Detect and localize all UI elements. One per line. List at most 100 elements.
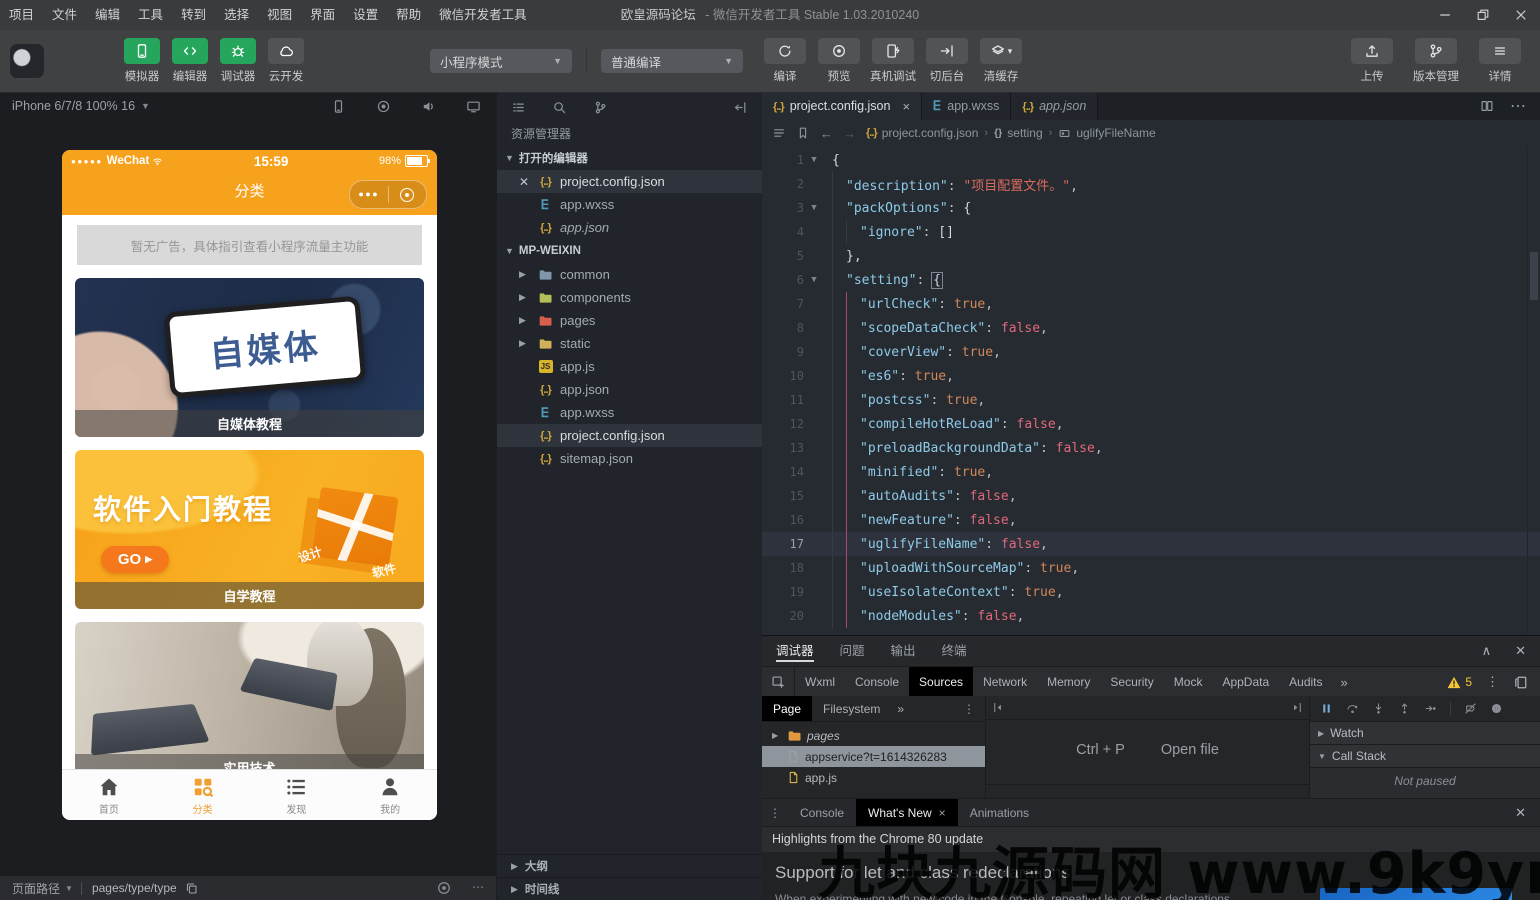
breadcrumb-item[interactable]: {}setting	[994, 126, 1043, 140]
more-menu-button[interactable]: ●●●	[350, 181, 388, 208]
menu-item[interactable]: 工具	[129, 8, 172, 22]
step-into-icon[interactable]	[1372, 702, 1385, 715]
explorer-bottom-section[interactable]: ▶大纲	[497, 854, 762, 877]
code-text[interactable]: "newFeature": false,	[824, 513, 1017, 528]
callstack-section[interactable]: ▼Call Stack	[1310, 745, 1540, 768]
panel-right-icon[interactable]	[1290, 701, 1303, 714]
restore-button[interactable]	[1464, 0, 1502, 30]
code-text[interactable]: "nodeModules": false,	[824, 609, 1024, 624]
background-button[interactable]: 切后台	[923, 38, 971, 84]
explorer-section-header[interactable]: ▼打开的编辑器	[497, 146, 762, 170]
explorer-item[interactable]: ✕{..}project.config.json	[497, 170, 762, 193]
tabbar-item-discover[interactable]: 发现	[250, 770, 344, 820]
debugger-tab[interactable]: 调试器	[776, 636, 814, 666]
explorer-item[interactable]: ▶static	[497, 332, 762, 355]
code-text[interactable]: "coverView": true,	[824, 345, 1001, 360]
menu-item[interactable]: 微信开发者工具	[430, 8, 536, 22]
editor-scrollbar[interactable]	[1527, 146, 1540, 635]
explorer-bottom-section[interactable]: ▶时间线	[497, 877, 762, 900]
copy-icon[interactable]	[185, 882, 198, 895]
project-avatar[interactable]	[10, 44, 44, 78]
editor-tab[interactable]: {..}project.config.json×	[762, 92, 922, 120]
upload-button[interactable]: 上传	[1348, 38, 1396, 84]
explorer-item[interactable]: ∃app.wxss	[497, 193, 762, 216]
code-toggle-button[interactable]: 编辑器	[166, 38, 214, 84]
category-card-tech[interactable]: 实用技术	[75, 622, 424, 781]
sources-tab-filesystem[interactable]: Filesystem	[812, 696, 891, 721]
split-editor-icon[interactable]	[1480, 99, 1494, 113]
navigate-forward-icon[interactable]: →	[843, 126, 856, 141]
menu-item[interactable]: 设置	[344, 8, 387, 22]
bookmark-icon[interactable]	[796, 126, 810, 140]
explorer-item[interactable]: {..}sitemap.json	[497, 447, 762, 470]
device-toolbar-icon[interactable]	[1513, 675, 1528, 690]
menu-item[interactable]: 转到	[172, 8, 215, 22]
more-options-icon[interactable]: ⋮	[963, 702, 985, 716]
category-card-software[interactable]: 软件入门教程 GO▶ 设计 软件 自学教程	[75, 450, 424, 609]
tabbar-item-grid[interactable]: 分类	[156, 770, 250, 820]
explorer-item[interactable]: ∃app.wxss	[497, 401, 762, 424]
menu-item[interactable]: 项目	[0, 8, 43, 22]
refresh-button[interactable]: 编译	[761, 38, 809, 84]
visibility-icon[interactable]	[436, 880, 452, 896]
compile-mode-dropdown[interactable]: 普通编译 ▼	[601, 49, 743, 73]
rotate-device-icon[interactable]	[331, 99, 346, 114]
watch-section[interactable]: ▶Watch	[1310, 722, 1540, 745]
drawer-tab[interactable]: Console	[788, 799, 856, 826]
code-text[interactable]: "useIsolateContext": true,	[824, 585, 1064, 600]
debugger-tab[interactable]: 输出	[891, 636, 916, 666]
code-text[interactable]: "uploadWithSourceMap": true,	[824, 561, 1079, 576]
devtools-tab-mock[interactable]: Mock	[1164, 667, 1213, 697]
code-text[interactable]: "postcss": true,	[824, 393, 985, 408]
debug-toggle-button[interactable]: 调试器	[214, 38, 262, 84]
fold-toggle-icon[interactable]: ▼	[804, 155, 824, 165]
eye-button[interactable]: 预览	[815, 38, 863, 84]
breadcrumb-item[interactable]: uglifyFileName	[1058, 126, 1155, 140]
explorer-item[interactable]: {..}app.json	[497, 378, 762, 401]
menu-item[interactable]: 文件	[43, 8, 86, 22]
editor-tab[interactable]: ∃app.wxss	[922, 92, 1011, 120]
tabbar-item-home[interactable]: 首页	[62, 770, 156, 820]
explorer-section-header[interactable]: ▼MP-WEIXIN	[497, 239, 762, 263]
more-actions-icon[interactable]: ⋯	[1510, 96, 1526, 116]
step-over-icon[interactable]	[1346, 702, 1359, 715]
devtools-tab-sources[interactable]: Sources	[909, 667, 973, 697]
cloud-toggle-button[interactable]: 云开发	[262, 38, 310, 84]
menu-item[interactable]: 界面	[301, 8, 344, 22]
more-options-icon[interactable]: ⋮	[1486, 674, 1499, 690]
editor-tab[interactable]: {..}app.json	[1011, 92, 1098, 120]
inspect-element-button[interactable]	[762, 667, 795, 697]
devtools-tab-memory[interactable]: Memory	[1037, 667, 1100, 697]
branch-button[interactable]: 版本管理	[1412, 38, 1460, 84]
close-drawer-icon[interactable]: ✕	[1515, 799, 1540, 826]
sound-icon[interactable]	[421, 99, 436, 114]
menu-item[interactable]: 编辑	[86, 8, 129, 22]
code-text[interactable]: "minified": true,	[824, 465, 993, 480]
explorer-item[interactable]: {..}project.config.json	[497, 424, 762, 447]
close-file-icon[interactable]: ✕	[519, 175, 537, 189]
devtools-tab-wxml[interactable]: Wxml	[795, 667, 845, 697]
close-tab-icon[interactable]: ×	[902, 99, 910, 114]
sources-tree-item[interactable]: ▶pages	[762, 725, 985, 746]
more-options-icon[interactable]: ⋯	[472, 880, 484, 896]
chevron-right-icon[interactable]: ▶	[519, 338, 537, 349]
pause-script-icon[interactable]	[1320, 702, 1333, 715]
page-path-dropdown[interactable]: 页面路径	[12, 880, 60, 897]
search-icon[interactable]	[552, 100, 567, 115]
deactivate-breakpoints-icon[interactable]	[1464, 702, 1477, 715]
code-text[interactable]: "autoAudits": false,	[824, 489, 1017, 504]
more-tabs-icon[interactable]: »	[891, 702, 910, 716]
phone-toggle-button[interactable]: 模拟器	[118, 38, 166, 84]
panel-left-icon[interactable]	[992, 701, 1005, 714]
devtools-tab-security[interactable]: Security	[1100, 667, 1163, 697]
drawer-tab[interactable]: What's New×	[856, 799, 958, 826]
devtools-tab-audits[interactable]: Audits	[1279, 667, 1332, 697]
close-panel-icon[interactable]: ✕	[1515, 643, 1526, 659]
pause-on-exceptions-icon[interactable]	[1490, 702, 1503, 715]
sources-tree-item[interactable]: app.js	[762, 767, 985, 788]
close-tab-icon[interactable]: ×	[939, 806, 946, 820]
devtools-tab-network[interactable]: Network	[973, 667, 1037, 697]
open-file-hint[interactable]: Open file	[1161, 742, 1219, 758]
code-text[interactable]: "ignore": []	[824, 225, 954, 240]
code-text[interactable]: "compileHotReLoad": false,	[824, 417, 1064, 432]
